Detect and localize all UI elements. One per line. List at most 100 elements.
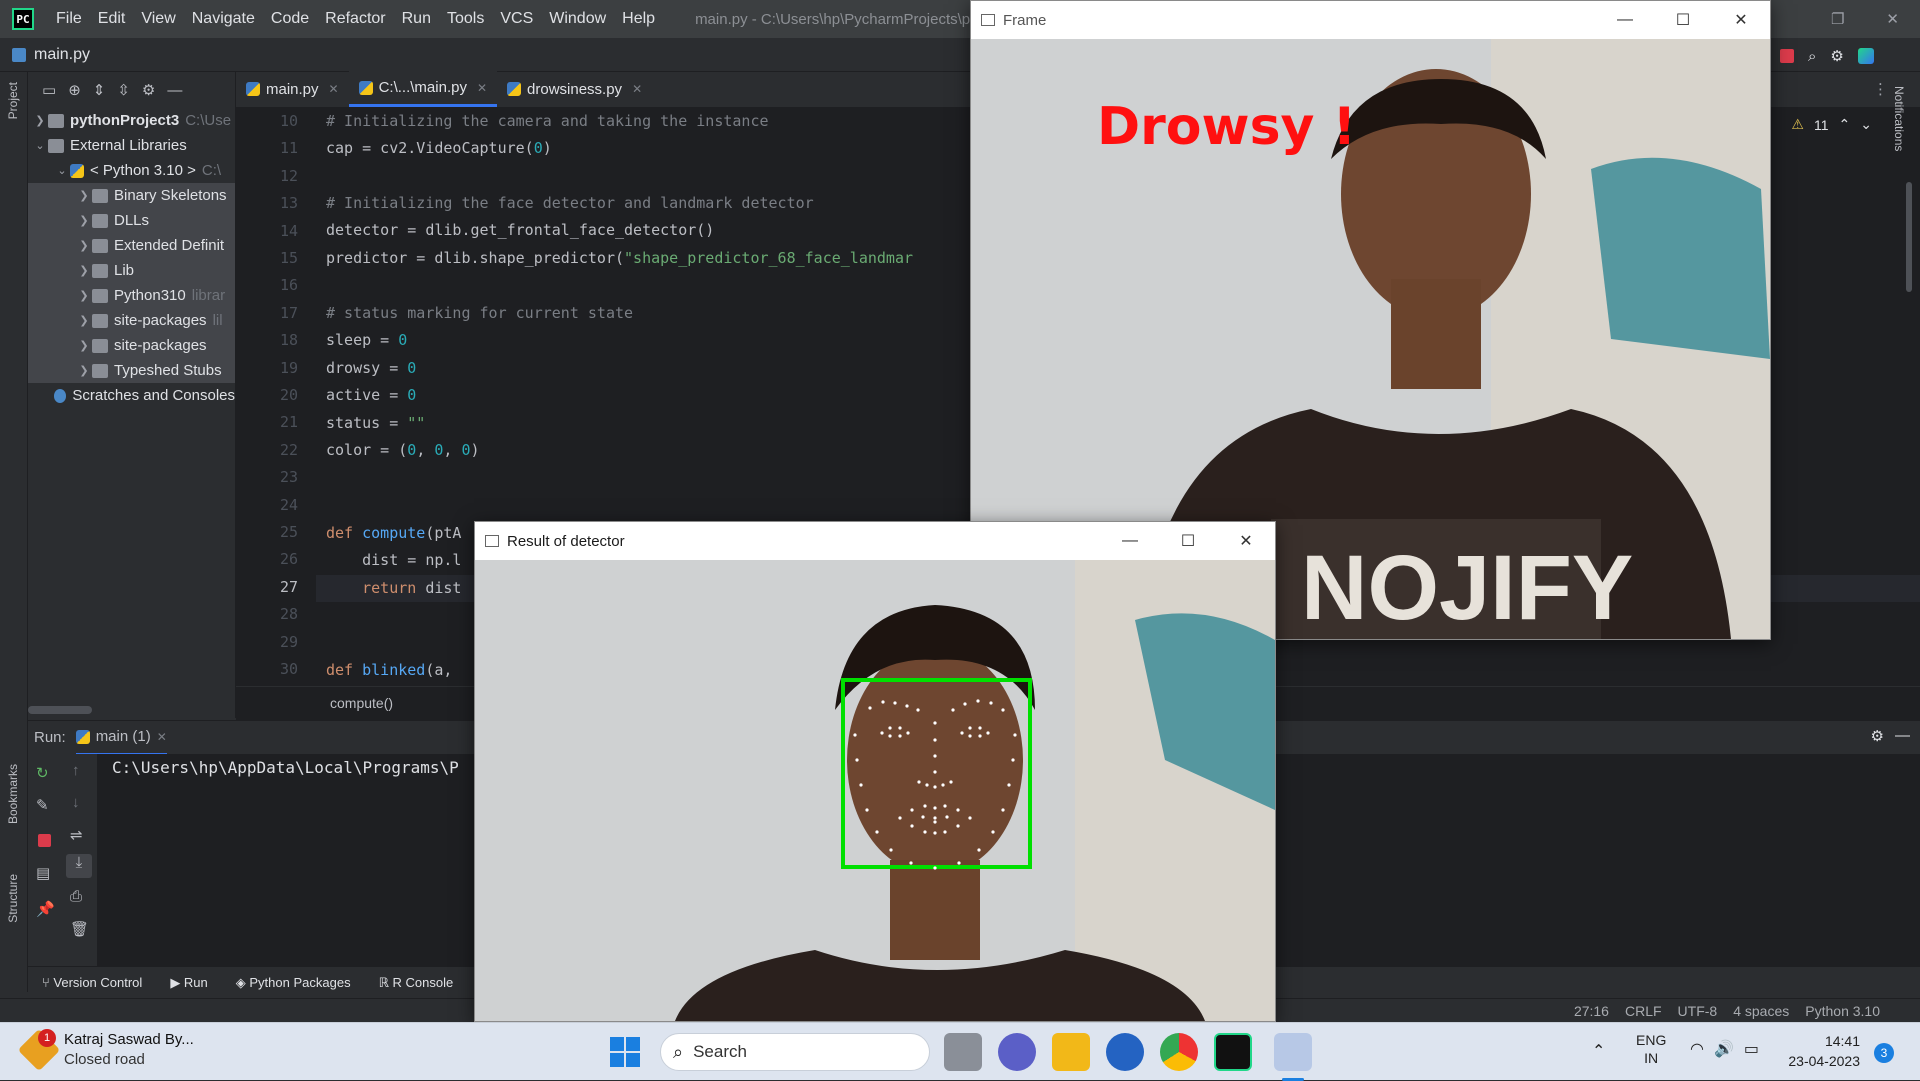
up-arrow-icon[interactable]: ↑ (72, 762, 80, 779)
chevron-right-icon[interactable]: ❯ (76, 264, 92, 277)
chevron-up-icon[interactable]: ⌃ (1839, 116, 1851, 133)
tab-drowsiness-py[interactable]: drowsiness.py ✕ (497, 71, 652, 107)
tree-item[interactable]: ❯ Python310 librar (28, 283, 235, 308)
maximize-icon[interactable]: ☐ (1654, 1, 1712, 39)
pycharm-logo-icon[interactable]: PC (12, 8, 34, 30)
python-app-icon[interactable] (1274, 1033, 1312, 1071)
hide-icon[interactable]: — (167, 82, 182, 99)
settings-icon[interactable]: ⚙ (142, 81, 155, 99)
chevron-down-icon[interactable]: ⌄ (54, 164, 70, 177)
menu-vcs[interactable]: VCS (492, 0, 541, 38)
menu-help[interactable]: Help (614, 0, 663, 38)
rerun-icon[interactable]: ↻ (36, 764, 49, 782)
more-tabs-icon[interactable]: ⋮ (1873, 80, 1888, 98)
chevron-right-icon[interactable]: ❯ (76, 339, 92, 352)
pin-icon[interactable]: 📌 (36, 900, 55, 918)
menu-run[interactable]: Run (394, 0, 439, 38)
project-stripe-button[interactable]: Project (6, 82, 20, 123)
minimize-icon[interactable]: — (1101, 522, 1159, 560)
trash-icon[interactable]: 🗑 (70, 920, 89, 938)
locate-icon[interactable]: ⊕ (68, 81, 81, 99)
chevron-down-icon[interactable]: ⌄ (32, 139, 48, 152)
language-indicator[interactable]: ENG IN (1636, 1031, 1666, 1067)
notifications-stripe[interactable]: Notifications (1892, 86, 1914, 186)
pycharm-icon[interactable] (1214, 1033, 1252, 1071)
run-tab[interactable]: main (1) ✕ (75, 721, 167, 755)
stop-icon[interactable] (38, 834, 51, 847)
chrome-icon[interactable] (1160, 1033, 1198, 1071)
widget-title[interactable]: Katraj Saswad By... (64, 1031, 194, 1048)
collapse-icon[interactable]: ▭ (42, 81, 56, 99)
close-tab-icon[interactable]: ✕ (477, 81, 487, 95)
tree-item[interactable]: ❯ Typeshed Stubs (28, 358, 235, 383)
menu-edit[interactable]: Edit (90, 0, 134, 38)
nav-file-name[interactable]: main.py (34, 46, 90, 64)
print-icon[interactable]: ⎙ (70, 888, 82, 905)
bookmarks-stripe-button[interactable]: Bookmarks (6, 764, 20, 828)
tree-item[interactable]: ⌄ < Python 3.10 > C:\ (28, 158, 235, 183)
stop-icon[interactable] (1780, 49, 1794, 63)
line-separator[interactable]: CRLF (1625, 1003, 1662, 1019)
gear-icon[interactable]: ⚙ (1871, 727, 1884, 745)
chevron-right-icon[interactable]: ❯ (32, 114, 48, 127)
menu-file[interactable]: File (48, 0, 90, 38)
tree-item[interactable]: Scratches and Consoles (28, 383, 235, 408)
minimize-icon[interactable]: — (1596, 1, 1654, 39)
tree-item[interactable]: ⌄ External Libraries (28, 133, 235, 158)
close-icon[interactable]: ✕ (1217, 522, 1275, 560)
maximize-icon[interactable]: ☐ (1159, 522, 1217, 560)
tree-item[interactable]: ❯ pythonProject3 C:\Use (28, 108, 235, 133)
tool-version-control[interactable]: ⑂ Version Control (42, 975, 142, 990)
menu-navigate[interactable]: Navigate (184, 0, 263, 38)
chevron-up-icon[interactable]: ⌃ (1592, 1041, 1605, 1061)
tree-item[interactable]: ❯ Binary Skeletons (28, 183, 235, 208)
tree-item[interactable]: ❯ DLLs (28, 208, 235, 233)
down-arrow-icon[interactable]: ↓ (72, 794, 80, 811)
tree-item[interactable]: ❯ Lib (28, 258, 235, 283)
expand-all-icon[interactable]: ⇕ (93, 81, 106, 99)
minimize-icon[interactable]: — (1895, 727, 1910, 744)
scroll-to-end-icon[interactable]: ⤓ (66, 854, 92, 878)
caret-position[interactable]: 27:16 (1574, 1003, 1609, 1019)
inspection-widget[interactable]: ⚠ 11 ⌃ ⌄ (1791, 116, 1872, 133)
tool-r-console[interactable]: ℝ R Console (379, 975, 454, 991)
jetbrains-icon[interactable] (1857, 48, 1874, 64)
python-interpreter[interactable]: Python 3.10 (1805, 1003, 1880, 1019)
menu-view[interactable]: View (133, 0, 183, 38)
layout-icon[interactable]: ▤ (36, 864, 50, 882)
file-encoding[interactable]: UTF-8 (1678, 1003, 1718, 1019)
file-explorer-icon[interactable] (1052, 1033, 1090, 1071)
teams-chat-icon[interactable] (998, 1033, 1036, 1071)
menu-code[interactable]: Code (263, 0, 317, 38)
chevron-right-icon[interactable]: ❯ (76, 239, 92, 252)
tree-item[interactable]: ❯ site-packages lil (28, 308, 235, 333)
collapse-all-icon[interactable]: ⇳ (117, 81, 130, 99)
task-view-icon[interactable] (944, 1033, 982, 1071)
indent-setting[interactable]: 4 spaces (1733, 1003, 1789, 1019)
chevron-right-icon[interactable]: ❯ (76, 289, 92, 302)
close-icon[interactable]: ✕ (1712, 1, 1770, 39)
editor-scrollbar[interactable] (1906, 182, 1912, 292)
tree-item[interactable]: ❯ Extended Definit (28, 233, 235, 258)
menu-refactor[interactable]: Refactor (317, 0, 393, 38)
chevron-down-icon[interactable]: ⌄ (1860, 116, 1872, 133)
gear-icon[interactable]: ⚙ (1830, 47, 1843, 65)
tab-main-py-active[interactable]: C:\...\main.py ✕ (348, 71, 498, 107)
structure-stripe-button[interactable]: Structure (6, 874, 20, 927)
tab-main-py[interactable]: main.py ✕ (236, 71, 349, 107)
close-tab-icon[interactable]: ✕ (329, 82, 339, 96)
soft-wrap-icon[interactable]: ⇌ (70, 826, 83, 844)
close-tab-icon[interactable]: ✕ (157, 730, 167, 744)
chevron-right-icon[interactable]: ❯ (76, 364, 92, 377)
edge-browser-icon[interactable] (1106, 1033, 1144, 1071)
tool-run[interactable]: ▶ Run (170, 975, 207, 991)
windows-start-icon[interactable] (610, 1037, 640, 1067)
close-icon[interactable]: ✕ (1886, 10, 1899, 28)
notification-count-badge[interactable]: 3 (1874, 1043, 1894, 1063)
menu-tools[interactable]: Tools (439, 0, 492, 38)
tree-item[interactable]: ❯ site-packages (28, 333, 235, 358)
chevron-right-icon[interactable]: ❯ (76, 189, 92, 202)
close-tab-icon[interactable]: ✕ (632, 82, 642, 96)
tool-python-packages[interactable]: ◈ Python Packages (236, 975, 351, 991)
clock[interactable]: 14:41 23-04-2023 (1784, 1031, 1860, 1071)
